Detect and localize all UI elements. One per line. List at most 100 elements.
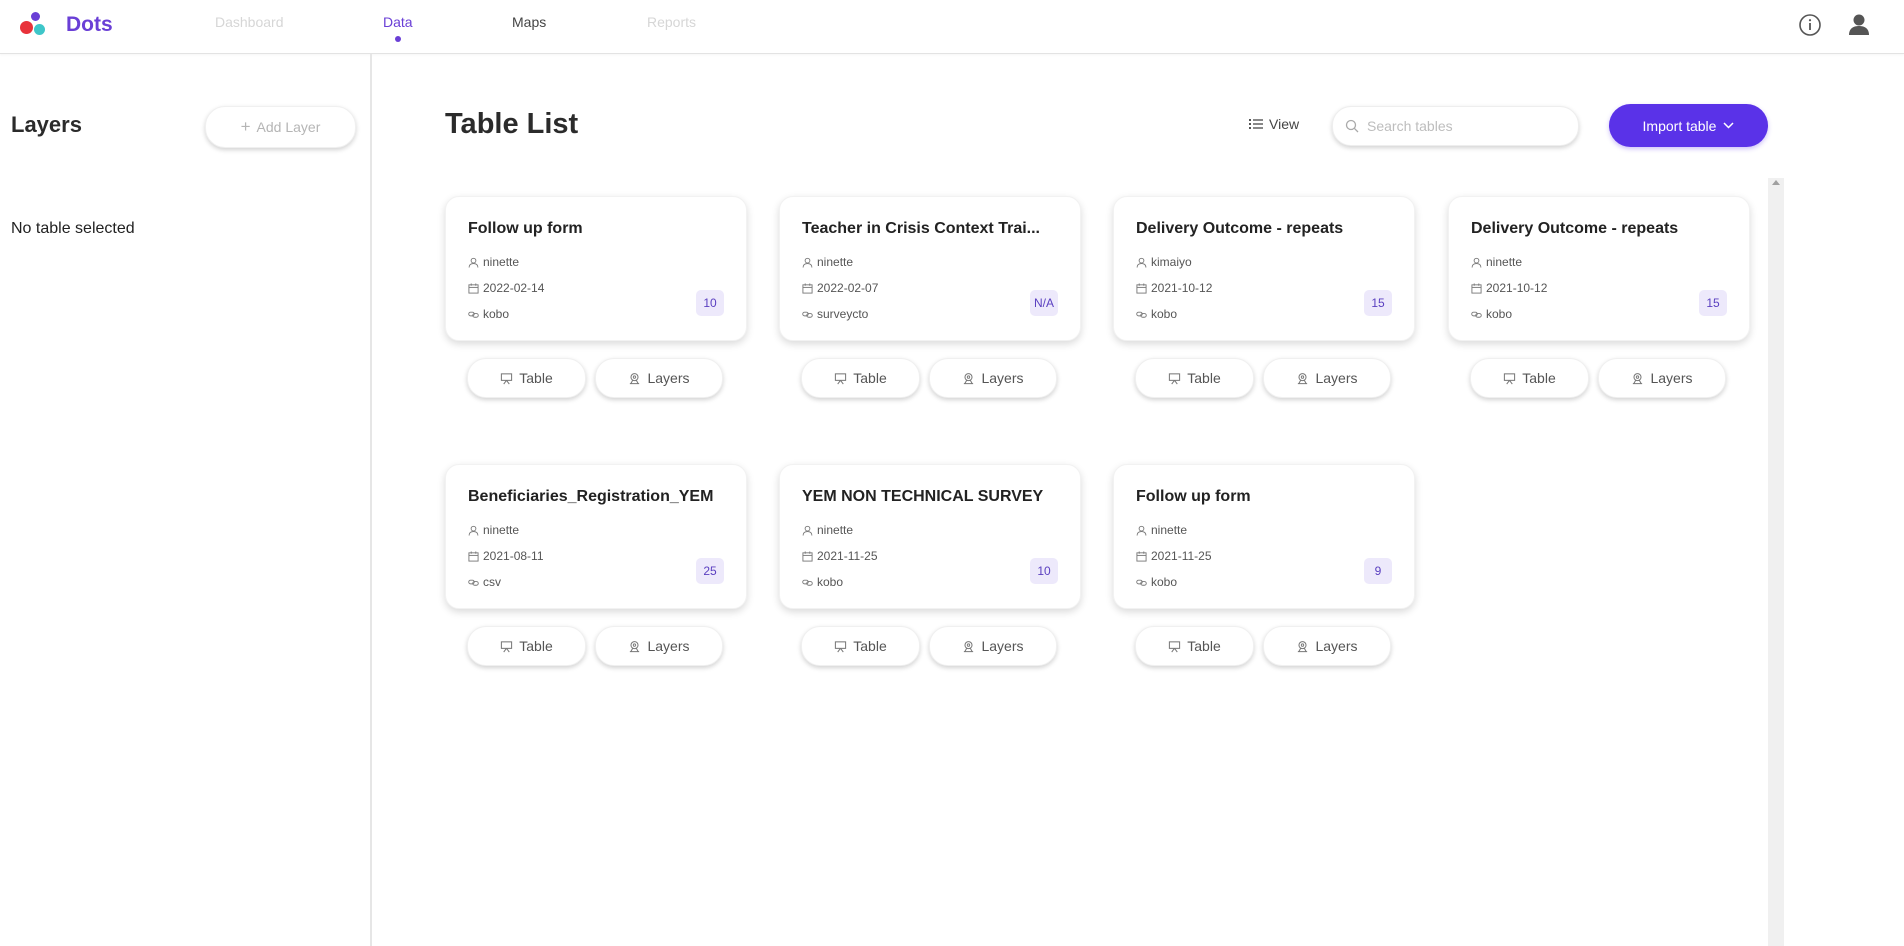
- info-icon[interactable]: [1797, 12, 1823, 38]
- created-date: 2021-11-25: [1151, 549, 1212, 563]
- table-button-label: Table: [1187, 638, 1221, 654]
- table-card-title: Teacher in Crisis Context Trai...: [802, 220, 1040, 237]
- open-layers-button[interactable]: Layers: [595, 358, 723, 398]
- brand-name[interactable]: Dots: [66, 13, 113, 37]
- vertical-scrollbar[interactable]: [1768, 178, 1784, 946]
- open-table-button[interactable]: Table: [1135, 358, 1254, 398]
- open-table-button[interactable]: Table: [801, 358, 920, 398]
- table-card-date: 2021-08-11: [468, 549, 544, 563]
- row-count-badge: 15: [1699, 290, 1727, 316]
- table-card-owner: ninette: [1136, 523, 1187, 537]
- open-layers-button[interactable]: Layers: [1598, 358, 1726, 398]
- table-card-date: 2022-02-07: [802, 281, 878, 295]
- table-card-title: Delivery Outcome - repeats: [1136, 220, 1344, 237]
- table-icon: [835, 640, 847, 652]
- layers-button-label: Layers: [1315, 638, 1358, 654]
- table-card[interactable]: Delivery Outcome - repeats kimaiyo 2021-…: [1113, 196, 1415, 341]
- table-card[interactable]: Delivery Outcome - repeats ninette 2021-…: [1448, 196, 1750, 341]
- link-icon: [1136, 311, 1147, 318]
- user-outline-icon: [468, 257, 479, 268]
- plus-icon: +: [240, 117, 251, 136]
- source-name: kobo: [817, 575, 844, 589]
- view-toggle-button[interactable]: View: [1249, 116, 1299, 132]
- source-name: kobo: [1151, 307, 1178, 321]
- open-table-button[interactable]: Table: [467, 358, 586, 398]
- nav-tab-maps[interactable]: Maps: [512, 14, 546, 30]
- owner-name: ninette: [817, 255, 854, 269]
- table-button-label: Table: [1187, 370, 1221, 386]
- map-pin-icon: [964, 640, 974, 652]
- table-card-source: kobo: [1136, 307, 1177, 321]
- open-table-button[interactable]: Table: [801, 626, 920, 666]
- open-layers-button[interactable]: Layers: [1263, 358, 1391, 398]
- add-layer-button[interactable]: + Add Layer: [205, 106, 356, 148]
- source-name: kobo: [1486, 307, 1513, 321]
- table-card[interactable]: Beneficiaries_Registration_YEM ninette 2…: [445, 464, 747, 609]
- calendar-icon: [802, 550, 813, 562]
- created-date: 2021-10-12: [1486, 281, 1548, 295]
- table-card[interactable]: YEM NON TECHNICAL SURVEY ninette 2021-11…: [779, 464, 1081, 609]
- user-outline-icon: [1136, 257, 1147, 268]
- open-table-button[interactable]: Table: [1470, 358, 1589, 398]
- owner-name: ninette: [1486, 255, 1523, 269]
- created-date: 2022-02-07: [817, 281, 879, 295]
- search-input[interactable]: [1365, 117, 1569, 135]
- nav-tab-reports[interactable]: Reports: [647, 14, 696, 30]
- table-button-label: Table: [853, 638, 887, 654]
- open-layers-button[interactable]: Layers: [1263, 626, 1391, 666]
- layers-button-label: Layers: [1650, 370, 1693, 386]
- layers-panel: Layers + Add Layer No table selected: [0, 54, 372, 946]
- search-icon: [1345, 119, 1359, 133]
- table-card-date: 2021-10-12: [1471, 281, 1547, 295]
- table-button-label: Table: [519, 370, 553, 386]
- table-card-owner: ninette: [468, 523, 519, 537]
- table-card[interactable]: Teacher in Crisis Context Trai... ninett…: [779, 196, 1081, 341]
- layers-panel-title: Layers: [11, 112, 82, 137]
- user-outline-icon: [802, 257, 813, 268]
- layers-button-label: Layers: [981, 370, 1024, 386]
- map-pin-icon: [964, 372, 974, 384]
- owner-name: kimaiyo: [1151, 255, 1192, 269]
- table-card-date: 2021-10-12: [1136, 281, 1212, 295]
- import-table-button[interactable]: Import table: [1609, 104, 1768, 147]
- scroll-up-arrow-icon[interactable]: [1772, 180, 1780, 185]
- table-card-title: Follow up form: [468, 220, 583, 237]
- nav-tab-data-label: Data: [383, 14, 413, 30]
- layers-button-label: Layers: [981, 638, 1024, 654]
- row-count-badge: N/A: [1030, 290, 1058, 316]
- layers-button-label: Layers: [647, 638, 690, 654]
- table-card-source: kobo: [1136, 575, 1177, 589]
- table-icon: [501, 640, 513, 652]
- dots-logo-icon[interactable]: [20, 12, 50, 42]
- nav-tab-dashboard[interactable]: Dashboard: [215, 14, 284, 30]
- table-button-label: Table: [519, 638, 553, 654]
- open-layers-button[interactable]: Layers: [929, 358, 1057, 398]
- table-card[interactable]: Follow up form ninette 2022-02-14 kobo 1…: [445, 196, 747, 341]
- table-card-date: 2022-02-14: [468, 281, 544, 295]
- link-icon: [1471, 311, 1482, 318]
- created-date: 2021-10-12: [1151, 281, 1213, 295]
- table-button-label: Table: [1522, 370, 1556, 386]
- user-icon[interactable]: [1846, 12, 1872, 38]
- user-outline-icon: [1471, 257, 1482, 268]
- link-icon: [1136, 579, 1147, 586]
- user-outline-icon: [1136, 525, 1147, 536]
- row-count-badge: 25: [696, 558, 724, 584]
- calendar-icon: [1136, 282, 1147, 294]
- top-navbar: Dots Dashboard Data Maps Reports: [0, 0, 1904, 54]
- table-card[interactable]: Follow up form ninette 2021-11-25 kobo 9: [1113, 464, 1415, 609]
- created-date: 2021-08-11: [483, 549, 544, 563]
- nav-tab-data[interactable]: Data: [383, 14, 413, 42]
- open-table-button[interactable]: Table: [1135, 626, 1254, 666]
- owner-name: ninette: [483, 255, 520, 269]
- table-icon: [1504, 372, 1516, 384]
- search-box[interactable]: [1332, 106, 1579, 146]
- open-layers-button[interactable]: Layers: [929, 626, 1057, 666]
- table-card-title: Delivery Outcome - repeats: [1471, 220, 1679, 237]
- open-layers-button[interactable]: Layers: [595, 626, 723, 666]
- open-table-button[interactable]: Table: [467, 626, 586, 666]
- calendar-icon: [802, 282, 813, 294]
- created-date: 2022-02-14: [483, 281, 545, 295]
- link-icon: [802, 311, 813, 318]
- table-card-source: surveycto: [802, 307, 868, 321]
